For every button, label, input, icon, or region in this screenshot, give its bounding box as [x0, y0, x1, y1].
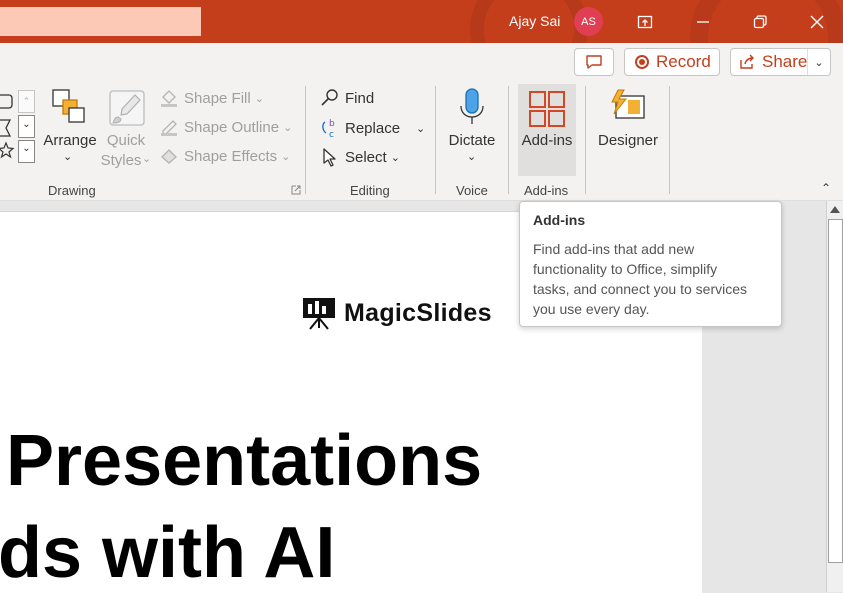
shape-outline-button[interactable]: Shape Outline ⌄ [159, 118, 292, 136]
svg-text:b: b [329, 119, 335, 129]
arrange-button[interactable]: Arrange ⌄ [40, 88, 98, 172]
tooltip-description-line: Find add-ins that add new [533, 241, 695, 257]
find-label: Find [345, 89, 375, 107]
cursor-arrow-icon [323, 148, 336, 167]
quick-styles-icon [109, 90, 145, 126]
designer-label: Designer [597, 132, 659, 149]
shape-outline-label: Shape Outline [184, 118, 280, 136]
add-ins-group-label: Add-ins [524, 183, 569, 198]
ribbon-display-button[interactable] [631, 8, 659, 36]
designer-button[interactable]: Designer [594, 88, 662, 172]
title-bar: Ajay Sai AS [0, 0, 843, 43]
logo-text: MagicSlides [344, 298, 492, 327]
dictate-label: Dictate [448, 132, 496, 149]
shape-effects-button[interactable]: Shape Effects ⌄ [159, 147, 290, 165]
quick-styles-button[interactable]: Quick Styles ⌄ [98, 88, 154, 172]
restore-icon [753, 15, 767, 29]
select-chevron-icon: ⌄ [390, 151, 400, 164]
collapse-ribbon-chevron-icon[interactable]: ⌃ [821, 181, 831, 195]
dictate-chevron-icon: ⌄ [467, 151, 477, 163]
designer-icon [611, 89, 645, 119]
gallery-scroll-up-icon[interactable]: ⌃ [18, 90, 35, 113]
gallery-more-icon[interactable]: ⌄ [18, 140, 35, 163]
arrange-chevron-icon: ⌄ [63, 151, 73, 163]
editing-group-label: Editing [350, 183, 390, 198]
shape-effects-icon [161, 149, 177, 164]
tooltip-description-line: functionality to Office, simplify [533, 261, 718, 277]
group-separator [305, 86, 306, 194]
scroll-up-arrow-icon[interactable] [830, 206, 840, 213]
group-separator [435, 86, 436, 194]
user-name[interactable]: Ajay Sai [509, 13, 560, 29]
find-button[interactable]: Find [320, 89, 374, 107]
quick-styles-chevron-icon: ⌄ [142, 153, 152, 165]
share-label: Share [762, 52, 808, 71]
group-separator [669, 86, 670, 194]
add-ins-grid-icon [529, 91, 565, 127]
tooltip-description-line: you use every day. [533, 301, 650, 317]
close-button[interactable] [803, 8, 831, 36]
share-icon [740, 54, 754, 69]
record-label: Record [656, 52, 711, 71]
add-ins-tooltip: Add-ins Find add-ins that add new functi… [519, 201, 782, 327]
replace-button[interactable]: bc Replace ⌄ [320, 118, 425, 138]
close-icon [810, 15, 824, 29]
arrange-icon [52, 89, 85, 123]
paint-bucket-icon [161, 90, 177, 107]
group-separator [585, 86, 586, 194]
pen-outline-icon [161, 120, 177, 136]
minimize-icon [697, 21, 709, 23]
shape-outline-chevron-icon: ⌄ [283, 121, 293, 134]
shape-fill-label: Shape Fill [184, 89, 251, 107]
slide-title-line-1[interactable]: Presentations [6, 425, 482, 497]
replace-icon: bc [322, 119, 335, 138]
arrange-label: Arrange [43, 132, 97, 149]
scroll-thumb[interactable] [828, 219, 843, 563]
presentation-board-icon [303, 298, 335, 330]
add-ins-button[interactable]: Add-ins [518, 84, 576, 176]
add-ins-label: Add-ins [521, 132, 573, 149]
comment-icon [586, 55, 602, 69]
vertical-scrollbar[interactable] [826, 201, 843, 592]
tooltip-title: Add-ins [533, 212, 586, 228]
shape-fill-button[interactable]: Shape Fill ⌄ [159, 89, 264, 107]
quick-styles-label-line1: Quick [106, 132, 146, 149]
select-label: Select [345, 148, 387, 166]
select-button[interactable]: Select ⌄ [320, 147, 400, 167]
drawing-group-label: Drawing [48, 183, 96, 198]
shape-fill-chevron-icon: ⌄ [254, 92, 264, 105]
slide-title-line-2[interactable]: ds with AI [0, 517, 335, 589]
minimize-button[interactable] [689, 8, 717, 36]
shape-effects-label: Shape Effects [184, 147, 278, 165]
microphone-icon [460, 88, 484, 124]
search-icon [321, 89, 338, 106]
restore-button[interactable] [746, 8, 774, 36]
svg-text:c: c [329, 130, 334, 138]
comments-button[interactable] [574, 48, 614, 76]
record-icon [635, 55, 649, 69]
dictate-button[interactable]: Dictate ⌄ [443, 88, 501, 172]
record-button[interactable]: Record [624, 48, 720, 76]
dialog-launcher-icon[interactable] [291, 185, 301, 195]
quick-styles-label-line2: Styles [100, 152, 142, 169]
group-separator [508, 86, 509, 194]
ribbon-display-icon [637, 15, 653, 29]
avatar[interactable]: AS [574, 7, 603, 36]
magicslides-logo: MagicSlides [302, 296, 492, 330]
shapes-gallery-icon [0, 94, 15, 159]
gallery-scroll-down-icon[interactable]: ⌄ [18, 115, 35, 138]
share-dropdown-chevron-icon[interactable]: ⌄ [807, 49, 830, 75]
shape-effects-chevron-icon: ⌄ [281, 150, 291, 163]
tooltip-description: Find add-ins that add new functionality … [533, 239, 768, 319]
share-button[interactable]: Share ⌄ [730, 48, 831, 76]
replace-chevron-icon: ⌄ [416, 122, 426, 135]
shapes-gallery[interactable]: ⌃ ⌄ ⌄ [0, 90, 36, 164]
replace-label: Replace [345, 119, 401, 137]
tooltip-description-line: tasks, and connect you to services [533, 281, 747, 297]
voice-group-label: Voice [456, 183, 488, 198]
search-input[interactable] [0, 7, 201, 36]
